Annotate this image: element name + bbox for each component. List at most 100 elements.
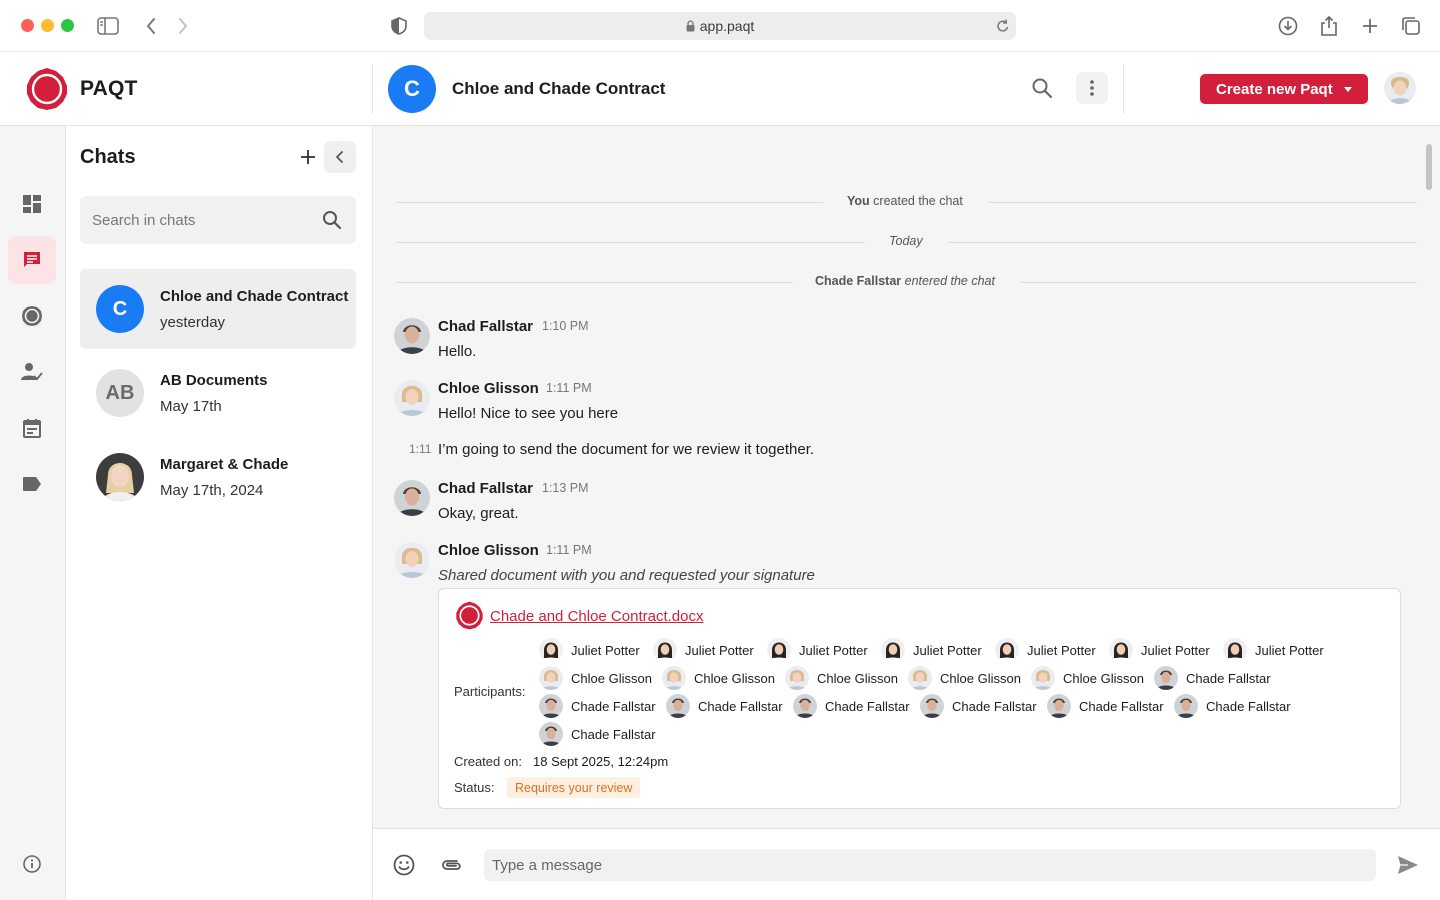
chat-search — [80, 196, 356, 244]
address-bar[interactable]: app.paqt — [424, 12, 1016, 40]
participant-avatar — [653, 638, 677, 662]
participant-name: Chloe Glisson — [694, 670, 775, 686]
downloads-icon[interactable] — [1275, 13, 1301, 39]
document-link[interactable]: Chade and Chloe Contract.docx — [490, 608, 703, 625]
header-divider — [1123, 64, 1124, 114]
chat-list-item[interactable]: Margaret & Chade May 17th, 2024 — [80, 437, 356, 517]
chat-list-item[interactable]: C Chloe and Chade Contract yesterday — [80, 269, 356, 349]
created-label: Created on: — [454, 754, 522, 769]
zoom-window-button[interactable] — [61, 19, 74, 32]
collapse-panel-button[interactable] — [324, 141, 356, 173]
search-icon[interactable] — [1031, 77, 1053, 104]
nav-calendar[interactable] — [8, 404, 56, 452]
participant-name: Chade Fallstar — [571, 698, 656, 714]
chat-list-item[interactable]: AB AB Documents May 17th — [80, 353, 356, 433]
message-time: 1:11 — [409, 442, 432, 456]
chad-avatar — [394, 318, 430, 354]
chat-date: May 17th — [160, 398, 222, 415]
participant-avatar — [1109, 638, 1133, 662]
more-vertical-icon — [1090, 80, 1094, 96]
info-icon[interactable] — [22, 854, 42, 879]
back-icon[interactable] — [138, 13, 164, 39]
calendar-icon — [23, 419, 41, 438]
participant-avatar — [539, 638, 563, 662]
participant-avatar — [920, 694, 944, 718]
nav-chats[interactable] — [8, 236, 56, 284]
privacy-shield-icon[interactable] — [386, 13, 412, 39]
participant-chip: Chloe Glisson — [908, 666, 1021, 690]
day-divider: Today — [395, 233, 1417, 251]
nav-labels[interactable] — [8, 460, 56, 508]
sidebar-toggle-icon[interactable] — [95, 13, 121, 39]
minimize-window-button[interactable] — [41, 19, 54, 32]
message-text: Shared document with you and requested y… — [438, 567, 815, 584]
participant-avatar — [908, 666, 932, 690]
message-text: Hello! Nice to see you here — [438, 405, 619, 422]
emoji-icon[interactable] — [392, 853, 416, 882]
participant-chip: Chloe Glisson — [1031, 666, 1144, 690]
participant-avatar — [539, 694, 563, 718]
participant-name: Chade Fallstar — [571, 726, 656, 742]
search-icon[interactable] — [322, 210, 342, 230]
chat-avatar: AB — [96, 369, 144, 417]
participant-chip: Chade Fallstar — [539, 722, 656, 746]
message-author: Chloe Glisson — [438, 542, 539, 559]
header-divider — [372, 64, 373, 114]
chats-heading: Chats — [80, 146, 136, 168]
chat-icon — [24, 252, 40, 267]
participant-chip: Juliet Potter — [1223, 638, 1324, 662]
nav-paqts[interactable] — [8, 292, 56, 340]
participant-avatar — [881, 638, 905, 662]
reload-icon[interactable] — [996, 18, 1010, 34]
share-icon[interactable] — [1316, 13, 1342, 39]
dashboard-icon — [23, 195, 41, 213]
participant-chip: Juliet Potter — [1109, 638, 1210, 662]
message-input[interactable] — [492, 856, 1352, 874]
chloe-avatar — [394, 542, 430, 578]
tab-overview-icon[interactable] — [1398, 13, 1424, 39]
scrollbar-thumb[interactable] — [1426, 144, 1432, 190]
participant-chip: Juliet Potter — [767, 638, 868, 662]
participant-chip: Chade Fallstar — [793, 694, 910, 718]
paqt-logo-icon — [455, 601, 484, 635]
attachment-icon[interactable] — [440, 853, 464, 882]
participant-name: Chloe Glisson — [571, 670, 652, 686]
participant-name: Chade Fallstar — [952, 698, 1037, 714]
participant-avatar — [767, 638, 791, 662]
paqt-logo-icon — [27, 68, 67, 110]
new-tab-icon[interactable] — [1357, 13, 1383, 39]
more-options-button[interactable] — [1076, 72, 1108, 104]
chat-name: Margaret & Chade — [160, 456, 289, 473]
participants-label: Participants: — [454, 684, 526, 699]
participant-chip: Chade Fallstar — [1174, 694, 1291, 718]
send-icon[interactable] — [1396, 853, 1420, 882]
participant-avatar — [995, 638, 1019, 662]
message-author: Chad Fallstar — [438, 480, 534, 497]
nav-contacts[interactable] — [8, 348, 56, 396]
chad-avatar — [394, 480, 430, 516]
participant-chip: Chloe Glisson — [785, 666, 898, 690]
participant-name: Juliet Potter — [571, 642, 640, 658]
message-input-wrapper — [484, 849, 1376, 881]
new-chat-button[interactable] — [297, 146, 319, 168]
chat-list-panel: Chats C Chloe and Chade Contract yesterd… — [66, 126, 373, 900]
create-new-paqt-button[interactable]: Create new Paqt — [1200, 74, 1368, 104]
chat-search-input[interactable] — [92, 211, 312, 229]
participant-chip: Chloe Glisson — [539, 666, 652, 690]
message-text: I’m going to send the document for we re… — [438, 441, 815, 458]
participant-chip: Chloe Glisson — [662, 666, 775, 690]
participant-chip: Chade Fallstar — [920, 694, 1037, 718]
forward-icon[interactable] — [170, 13, 196, 39]
chat-name: AB Documents — [160, 372, 268, 389]
close-window-button[interactable] — [21, 19, 34, 32]
nav-dashboard[interactable] — [8, 180, 56, 228]
shared-document-card: Chade and Chloe Contract.docx Participan… — [438, 588, 1401, 809]
create-button-label: Create new Paqt — [1216, 80, 1333, 98]
participant-name: Juliet Potter — [1027, 642, 1096, 658]
brand[interactable]: PAQT — [25, 67, 138, 111]
user-avatar[interactable] — [1384, 72, 1416, 104]
participant-avatar — [1031, 666, 1055, 690]
participant-chip: Chade Fallstar — [1154, 666, 1271, 690]
message-author: Chad Fallstar — [438, 318, 534, 335]
system-actor: You — [847, 194, 870, 208]
